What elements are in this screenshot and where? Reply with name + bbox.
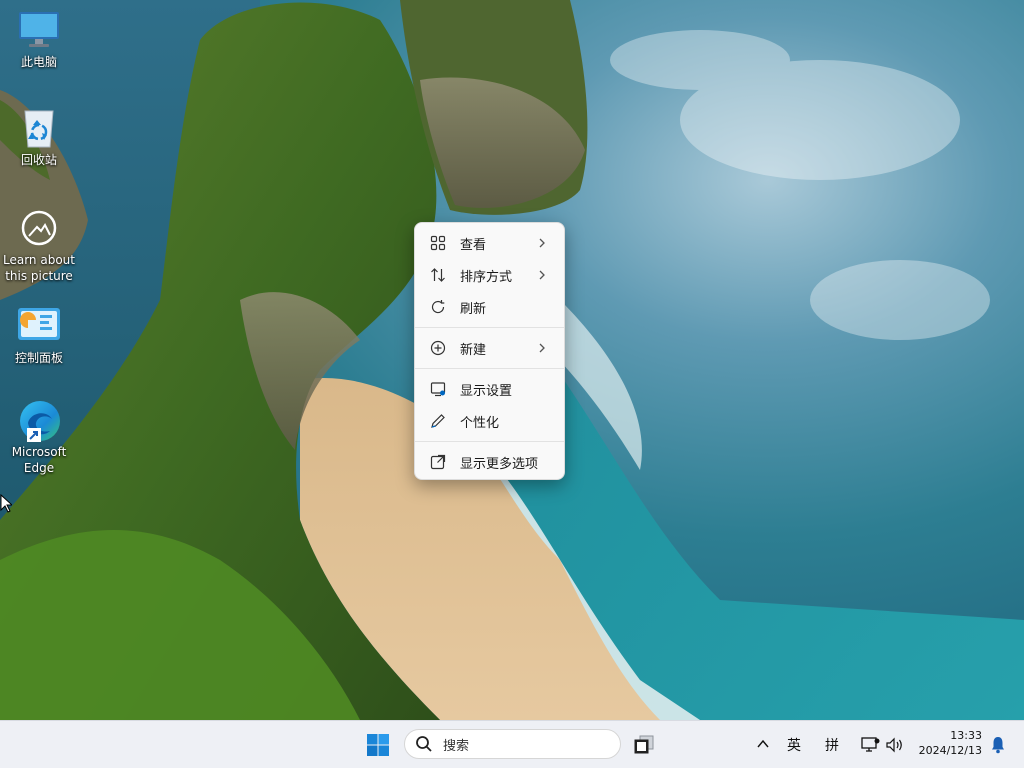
mouse-cursor-icon <box>0 494 12 513</box>
ime-language-label: 英 <box>787 738 801 754</box>
search-icon <box>416 736 432 752</box>
clock-time: 13:33 <box>950 729 982 742</box>
menu-item-label: 新建 <box>460 342 487 358</box>
desktop-icon-microsoft-edge[interactable]: Microsoft Edge <box>0 398 78 476</box>
plus-circle-icon <box>430 340 446 356</box>
desktop-icon-label: 回收站 <box>20 153 57 167</box>
desktop-icon-label: Microsoft Edge <box>11 445 67 475</box>
clock[interactable]: 13:33 2024/12/13 <box>919 728 982 758</box>
camera-info-icon <box>15 206 63 250</box>
clock-date: 2024/12/13 <box>918 744 982 757</box>
menu-separator <box>415 441 564 442</box>
volume-icon <box>886 737 902 753</box>
chevron-right-icon <box>539 343 545 353</box>
start-button[interactable] <box>364 731 392 759</box>
show-hidden-icons-button[interactable] <box>754 735 772 753</box>
sort-icon <box>430 267 446 283</box>
shortcut-arrow-icon <box>27 428 41 442</box>
desktop-icon-recycle-bin[interactable]: 回收站 <box>0 106 78 168</box>
display-settings-icon <box>430 381 446 397</box>
menu-item-show-more-options[interactable]: 显示更多选项 <box>419 446 560 478</box>
desktop-icon-label: 控制面板 <box>14 351 63 365</box>
taskbar: 搜索 英 拼 13:33 2024/12/13 <box>0 720 1024 768</box>
open-external-icon <box>430 454 446 470</box>
edge-icon <box>15 398 63 442</box>
network-icon <box>861 737 880 752</box>
computer-icon <box>15 8 63 52</box>
recycle-bin-icon <box>15 106 63 150</box>
taskbar-search[interactable]: 搜索 <box>404 729 621 759</box>
menu-item-new[interactable]: 新建 <box>419 332 560 364</box>
pen-icon <box>430 413 446 429</box>
ime-mode-indicator[interactable]: 拼 <box>825 735 839 755</box>
task-view-button[interactable] <box>632 733 656 757</box>
windows-logo-icon <box>367 734 389 756</box>
menu-item-label: 个性化 <box>460 415 500 431</box>
desktop-icon-this-pc[interactable]: 此电脑 <box>0 8 78 70</box>
chevron-up-icon <box>757 739 769 748</box>
menu-item-label: 排序方式 <box>460 269 513 285</box>
menu-item-view[interactable]: 查看 <box>419 227 560 259</box>
menu-separator <box>415 327 564 328</box>
desktop-icon-label: Learn about this picture <box>3 253 75 283</box>
ime-mode-label: 拼 <box>825 738 839 754</box>
desktop-icon-control-panel[interactable]: 控制面板 <box>0 304 78 366</box>
menu-item-label: 显示更多选项 <box>460 456 539 472</box>
menu-item-label: 显示设置 <box>460 383 513 399</box>
desktop-icon-label: 此电脑 <box>20 55 57 69</box>
search-placeholder: 搜索 <box>443 738 470 754</box>
desktop-icon-learn-about-picture[interactable]: Learn about this picture <box>0 206 78 284</box>
menu-item-label: 刷新 <box>460 301 487 317</box>
grid-icon <box>430 235 446 251</box>
menu-item-refresh[interactable]: 刷新 <box>419 291 560 323</box>
control-panel-icon <box>15 304 63 348</box>
task-view-icon <box>634 735 654 754</box>
menu-item-display-settings[interactable]: 显示设置 <box>419 373 560 405</box>
menu-item-sort-by[interactable]: 排序方式 <box>419 259 560 291</box>
menu-item-label: 查看 <box>460 237 487 253</box>
notification-bell-icon <box>992 737 1004 754</box>
refresh-icon <box>430 299 446 315</box>
desktop-context-menu: 查看 排序方式 刷新 新建 显示设置 个性化 显示更多选项 <box>414 222 565 480</box>
notification-button[interactable] <box>990 735 1006 755</box>
menu-item-personalize[interactable]: 个性化 <box>419 405 560 437</box>
menu-separator <box>415 368 564 369</box>
chevron-right-icon <box>539 270 545 280</box>
ime-language-indicator[interactable]: 英 <box>787 735 801 755</box>
network-volume-button[interactable] <box>860 734 906 756</box>
desktop[interactable]: 此电脑 回收站 Learn about this picture 控制面板 Mi… <box>0 0 1024 720</box>
chevron-right-icon <box>539 238 545 248</box>
